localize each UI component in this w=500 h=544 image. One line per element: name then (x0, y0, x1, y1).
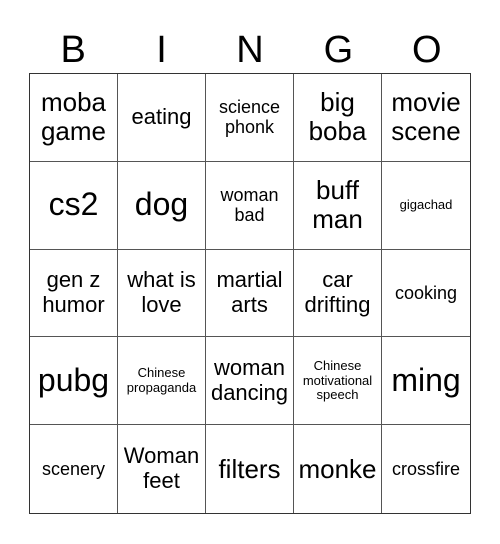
bingo-cell-label: movie scene (391, 87, 461, 147)
bingo-cell[interactable]: movie scene (382, 74, 470, 162)
bingo-cell-label: filters (218, 453, 281, 484)
header-letter-n: N (236, 29, 264, 71)
header-letter-o: O (411, 29, 442, 71)
bingo-cell[interactable]: ming (382, 337, 470, 426)
bingo-cell[interactable]: what is love (118, 249, 206, 338)
bingo-cell-label: martial arts (216, 267, 283, 317)
bingo-cell[interactable]: filters (206, 425, 294, 513)
bingo-cell-label: cs2 (48, 186, 99, 223)
bingo-cell-label: dog (134, 186, 189, 223)
bingo-cell[interactable]: buff man (294, 161, 382, 250)
bingo-cell-label: monke (298, 453, 377, 484)
header-letter-i: I (156, 29, 167, 71)
bingo-header: B I N G O (29, 28, 471, 72)
bingo-cell-label: car drifting (304, 267, 371, 317)
bingo-cell-label: moba game (40, 87, 107, 147)
bingo-cell-label: big boba (308, 87, 367, 147)
bingo-cell[interactable]: cs2 (30, 161, 118, 250)
bingo-cell[interactable]: big boba (294, 74, 382, 162)
bingo-cell[interactable]: pubg (30, 337, 118, 426)
bingo-cell[interactable]: moba game (30, 74, 118, 162)
bingo-cell-label: Chinese motivational speech (302, 357, 373, 403)
bingo-cell[interactable]: Chinese motivational speech (294, 337, 382, 426)
bingo-cell[interactable]: monke (294, 425, 382, 513)
bingo-cell-label: woman bad (220, 185, 279, 226)
bingo-cell-label: eating (131, 104, 192, 130)
bingo-cell-label: crossfire (391, 459, 460, 480)
bingo-cell[interactable]: dog (118, 161, 206, 250)
bingo-cell[interactable]: science phonk (206, 74, 294, 162)
bingo-cell-label: science phonk (218, 97, 281, 138)
bingo-grid: moba game eating science phonk big boba movi… (29, 73, 471, 514)
bingo-cell[interactable]: Chinese propaganda (118, 337, 206, 426)
bingo-cell-label: scenery (41, 459, 106, 480)
bingo-cell[interactable]: woman bad (206, 161, 294, 250)
header-letter-b: B (60, 29, 86, 71)
bingo-cell-label: ming (391, 361, 461, 398)
bingo-cell[interactable]: eating (118, 74, 206, 162)
bingo-cell[interactable]: cooking (382, 250, 470, 338)
bingo-cell-label: gigachad (399, 196, 453, 212)
bingo-cell[interactable]: woman dancing (206, 337, 294, 426)
bingo-cell-label: what is love (127, 267, 196, 317)
bingo-cell[interactable]: gigachad (382, 162, 470, 250)
bingo-cell-label: buff man (312, 175, 363, 235)
bingo-cell[interactable]: martial arts (206, 249, 294, 338)
bingo-cell-label: gen z humor (42, 267, 105, 317)
bingo-cell-label: Chinese propaganda (126, 365, 197, 395)
bingo-cell-label: woman dancing (210, 355, 289, 405)
bingo-cell[interactable]: Woman feet (118, 425, 206, 513)
bingo-cell[interactable]: gen z humor (30, 249, 118, 338)
bingo-cell[interactable]: crossfire (382, 425, 470, 513)
bingo-cell[interactable]: scenery (30, 425, 118, 513)
bingo-cell-label: cooking (394, 282, 458, 303)
bingo-cell-label: Woman feet (123, 443, 200, 494)
header-letter-g: G (323, 29, 354, 71)
bingo-cell[interactable]: car drifting (294, 249, 382, 338)
bingo-cell-label: pubg (37, 361, 110, 398)
